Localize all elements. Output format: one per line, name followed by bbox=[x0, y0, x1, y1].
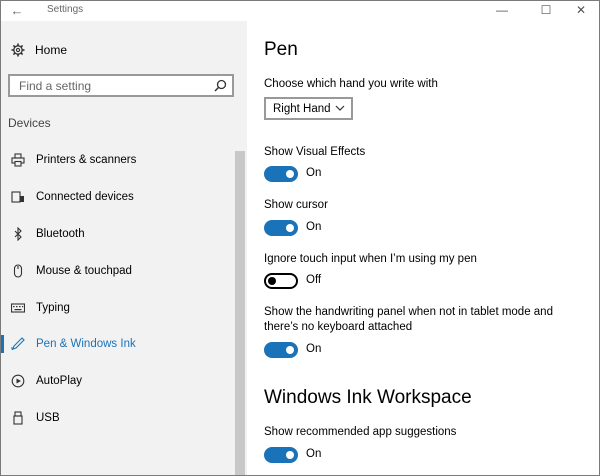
section-title-ink-workspace: Windows Ink Workspace bbox=[264, 387, 472, 408]
search-field[interactable]: Find a setting bbox=[8, 74, 234, 97]
sidebar-item-pen-windows-ink[interactable]: Pen & Windows Ink bbox=[1, 331, 235, 357]
sidebar-item-autoplay[interactable]: AutoPlay bbox=[1, 368, 235, 394]
autoplay-icon bbox=[11, 374, 25, 388]
sidebar-item-usb[interactable]: USB bbox=[1, 405, 235, 431]
search-icon[interactable] bbox=[214, 79, 227, 92]
visual-effects-state: On bbox=[306, 167, 322, 179]
handwriting-state: On bbox=[306, 343, 322, 355]
cursor-state: On bbox=[306, 221, 322, 233]
app-suggestions-state: On bbox=[306, 448, 322, 460]
ignore-touch-toggle[interactable] bbox=[264, 273, 298, 289]
main-content: Pen Choose which hand you write with Rig… bbox=[247, 21, 599, 475]
hand-label: Choose which hand you write with bbox=[264, 78, 438, 90]
home-link[interactable]: Home bbox=[11, 41, 67, 59]
gear-icon bbox=[11, 43, 25, 57]
title-bar: ← Settings — ☐ ✕ bbox=[1, 1, 599, 21]
sidebar-item-label: Typing bbox=[36, 302, 70, 314]
maximize-button[interactable]: ☐ bbox=[531, 1, 561, 19]
keyboard-icon bbox=[11, 301, 25, 315]
connected-devices-icon bbox=[11, 190, 25, 204]
sidebar-item-label: Printers & scanners bbox=[36, 154, 137, 166]
handwriting-label: Show the handwriting panel when not in t… bbox=[264, 306, 553, 333]
sidebar-item-label: AutoPlay bbox=[36, 375, 83, 387]
sidebar-item-connected-devices[interactable]: Connected devices bbox=[1, 184, 235, 210]
sidebar-item-label: Bluetooth bbox=[36, 228, 85, 240]
hand-dropdown[interactable]: Right Hand bbox=[264, 97, 353, 120]
minimize-icon: — bbox=[496, 3, 508, 17]
printer-icon bbox=[11, 153, 25, 167]
usb-icon bbox=[11, 411, 25, 425]
back-arrow-icon: ← bbox=[10, 3, 24, 18]
section-title-devices: Devices bbox=[8, 116, 51, 130]
minimize-button[interactable]: — bbox=[487, 1, 517, 19]
hand-dropdown-value: Right Hand bbox=[273, 103, 331, 115]
toggle-knob bbox=[286, 451, 294, 459]
toggle-knob bbox=[286, 170, 294, 178]
visual-effects-toggle[interactable] bbox=[264, 166, 298, 182]
sidebar-item-label: Mouse & touchpad bbox=[36, 265, 132, 277]
sidebar: Home Find a setting Devices Printers & s… bbox=[1, 21, 247, 475]
ignore-touch-state: Off bbox=[306, 274, 322, 286]
sidebar-item-label: USB bbox=[36, 412, 60, 424]
home-label: Home bbox=[35, 43, 68, 57]
toggle-knob bbox=[268, 277, 276, 285]
search-placeholder: Find a setting bbox=[19, 79, 92, 93]
cursor-label: Show cursor bbox=[264, 199, 328, 211]
toggle-knob bbox=[286, 224, 294, 232]
mouse-icon bbox=[11, 264, 25, 278]
close-button[interactable]: ✕ bbox=[566, 1, 596, 19]
close-icon: ✕ bbox=[575, 3, 587, 17]
chevron-down-icon bbox=[335, 105, 345, 111]
bluetooth-icon bbox=[11, 227, 25, 241]
sidebar-item-printers[interactable]: Printers & scanners bbox=[1, 147, 235, 173]
page-title: Pen bbox=[264, 39, 298, 60]
ignore-touch-label: Ignore touch input when I’m using my pen bbox=[264, 253, 477, 265]
window-title: Settings bbox=[47, 4, 84, 15]
handwriting-toggle[interactable] bbox=[264, 342, 298, 358]
sidebar-scrollbar[interactable] bbox=[235, 151, 245, 475]
app-suggestions-toggle[interactable] bbox=[264, 447, 298, 463]
settings-window: ← Settings — ☐ ✕ Home Find a setting Dev… bbox=[0, 0, 600, 476]
cursor-toggle[interactable] bbox=[264, 220, 298, 236]
sidebar-item-typing[interactable]: Typing bbox=[1, 295, 235, 321]
sidebar-item-label: Pen & Windows Ink bbox=[36, 338, 136, 350]
sidebar-item-label: Connected devices bbox=[36, 191, 134, 203]
sidebar-item-bluetooth[interactable]: Bluetooth bbox=[1, 221, 235, 247]
maximize-icon: ☐ bbox=[540, 3, 552, 17]
visual-effects-label: Show Visual Effects bbox=[264, 146, 366, 158]
pen-icon bbox=[11, 337, 25, 351]
app-suggestions-label: Show recommended app suggestions bbox=[264, 426, 457, 438]
back-button[interactable]: ← bbox=[9, 3, 25, 19]
toggle-knob bbox=[286, 346, 294, 354]
sidebar-item-mouse[interactable]: Mouse & touchpad bbox=[1, 258, 235, 284]
